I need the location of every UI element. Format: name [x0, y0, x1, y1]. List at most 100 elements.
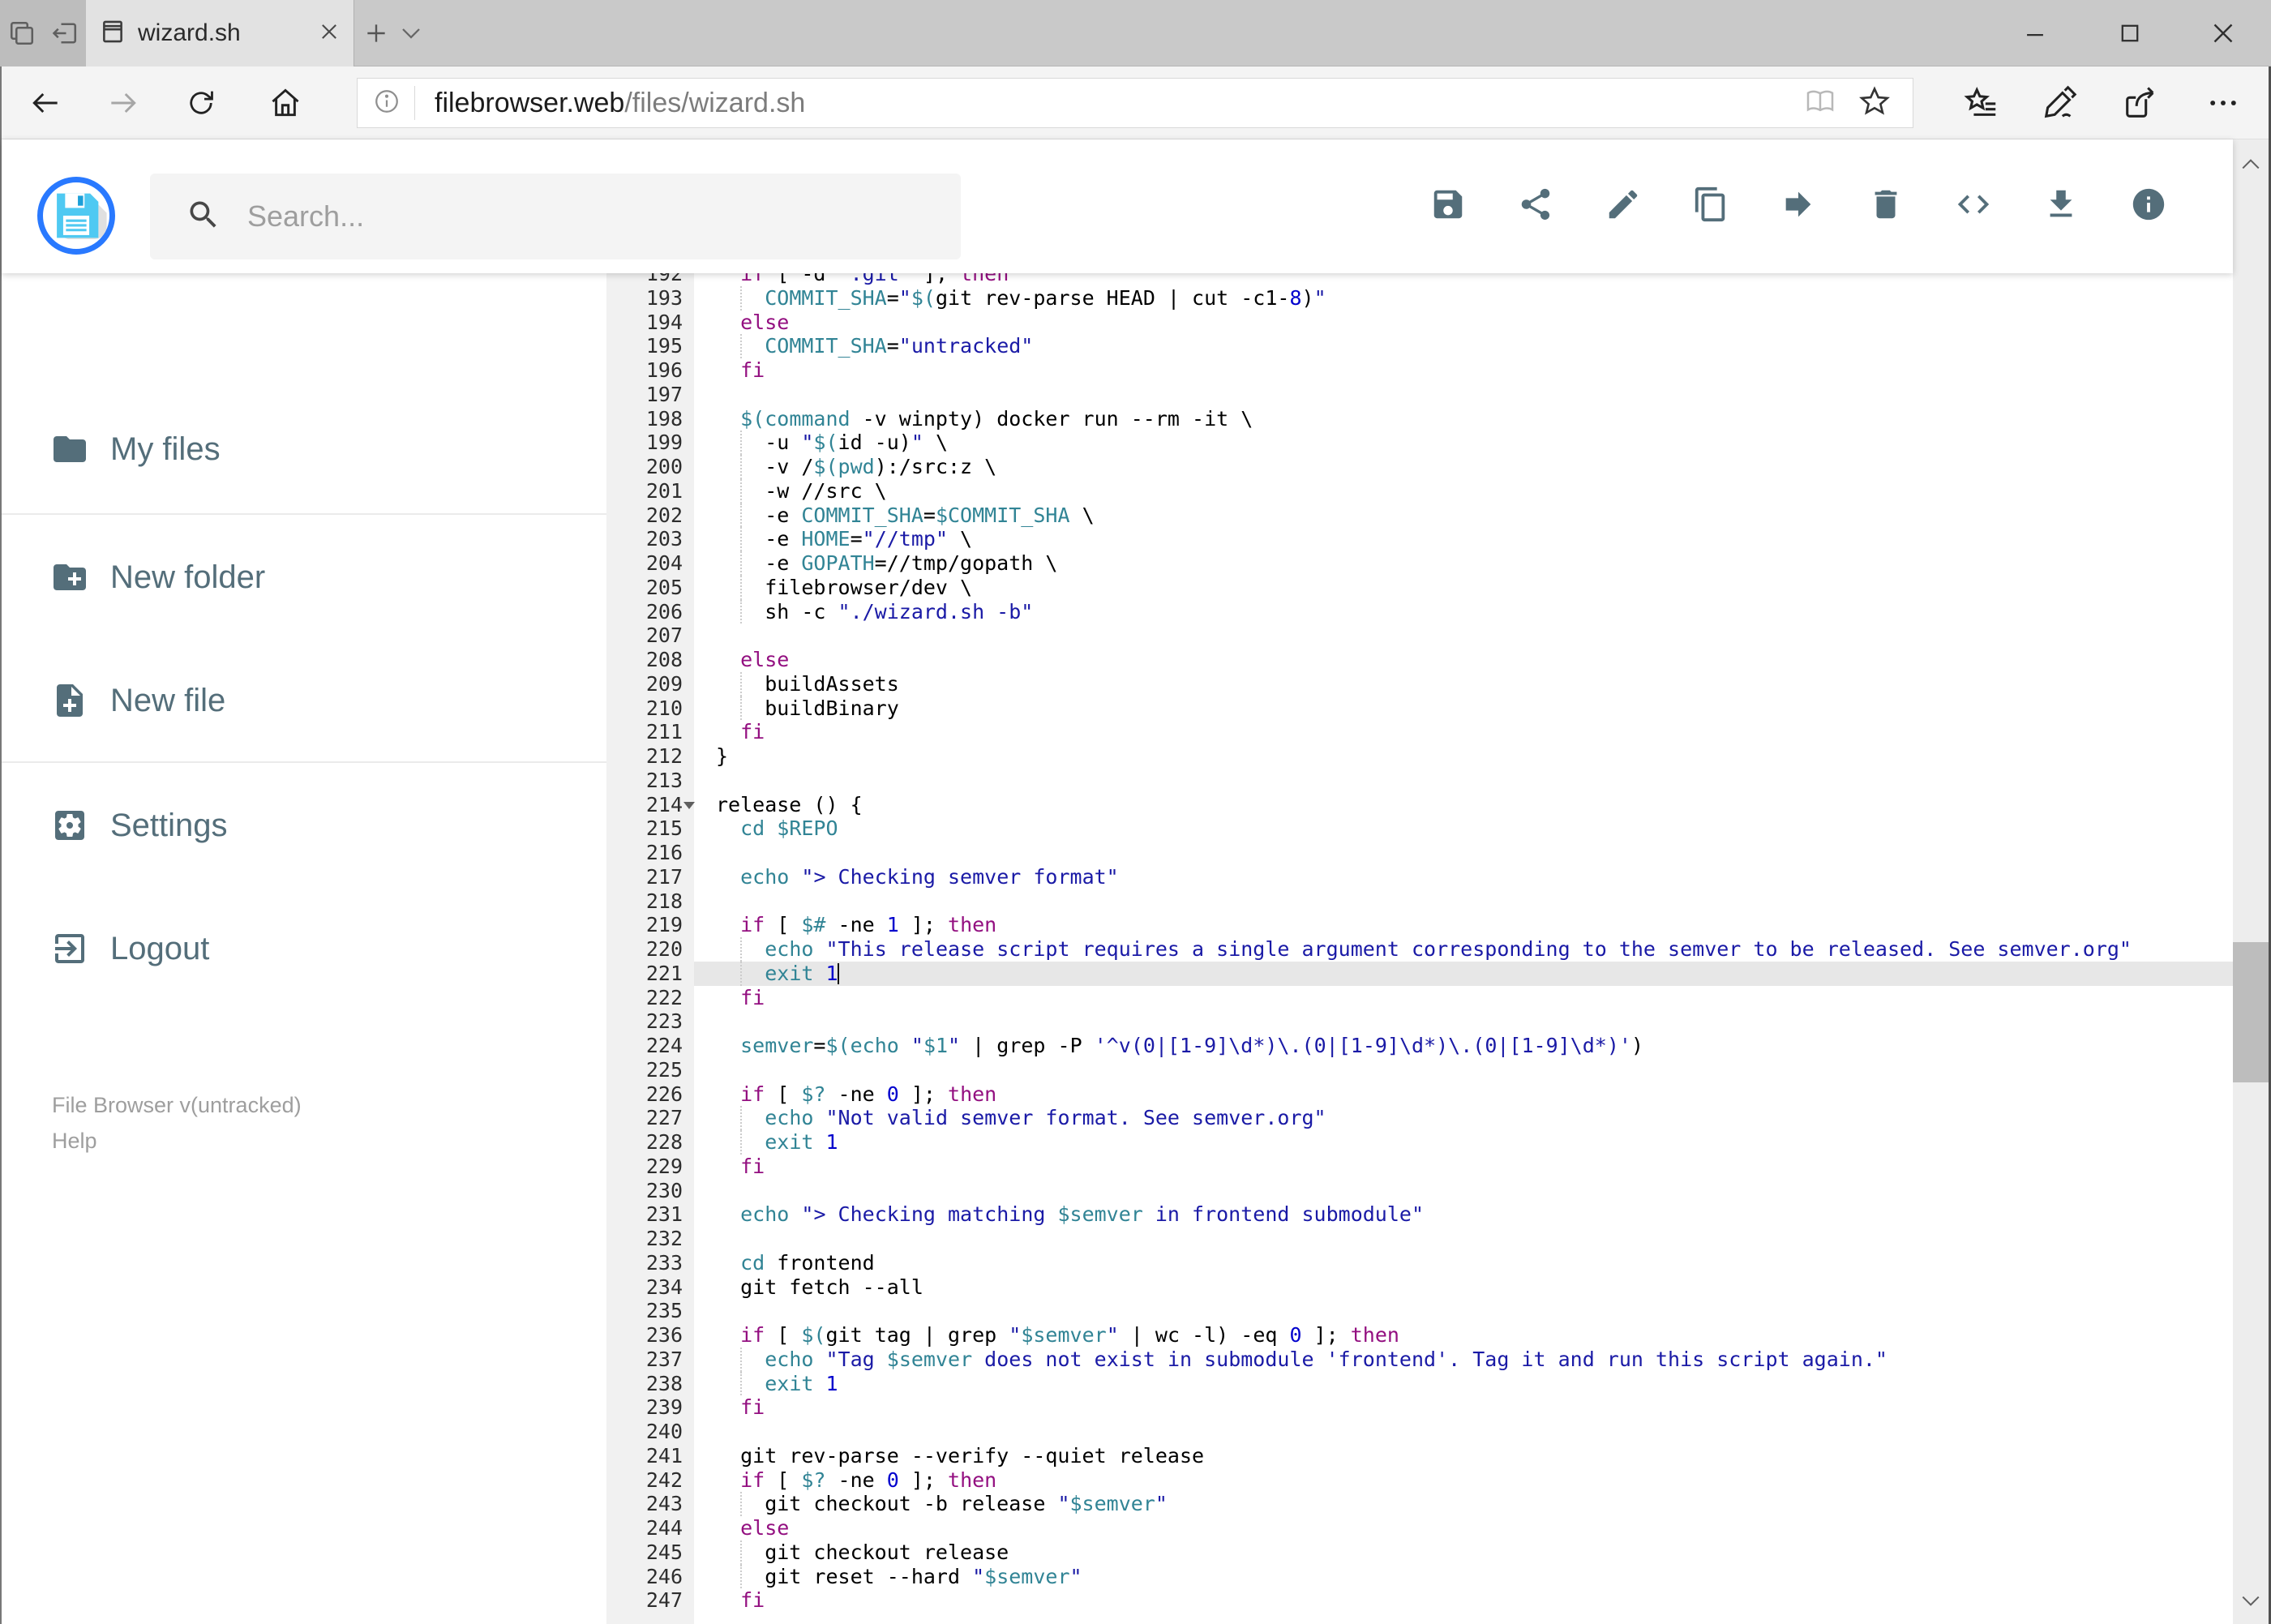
code-line[interactable]: 229 fi — [606, 1154, 2233, 1179]
line-number[interactable]: 205 — [606, 575, 694, 600]
code-text[interactable] — [694, 1227, 2233, 1251]
sidebar-item-my-files[interactable]: My files — [2, 419, 606, 479]
address-bar[interactable]: filebrowser.web/files/wizard.sh — [357, 78, 1913, 128]
info-button[interactable] — [2105, 163, 2192, 251]
more-menu-icon[interactable] — [2204, 84, 2243, 122]
scrollbar-thumb[interactable] — [2233, 942, 2269, 1082]
line-number[interactable]: 192 — [606, 273, 694, 286]
code-text[interactable]: fi — [694, 1588, 2233, 1613]
set-tabs-aside-icon[interactable] — [50, 19, 79, 48]
line-number[interactable]: 215 — [606, 816, 694, 841]
rename-button[interactable] — [1579, 163, 1667, 251]
code-line[interactable]: 237 echo "Tag $semver does not exist in … — [606, 1347, 2233, 1372]
favorites-hub-icon[interactable] — [1962, 84, 2001, 122]
code-text[interactable]: cd $REPO — [694, 816, 2233, 841]
code-line[interactable]: 212} — [606, 744, 2233, 769]
tab-close-icon[interactable] — [318, 20, 341, 47]
code-line[interactable]: 203 -e HOME="//tmp" \ — [606, 527, 2233, 551]
web-notes-pen-icon[interactable] — [2040, 84, 2079, 122]
line-number[interactable]: 246 — [606, 1564, 694, 1589]
line-number[interactable]: 206 — [606, 599, 694, 624]
code-line[interactable]: 224 semver=$(echo "$1" | grep -P '^v(0|[… — [606, 1034, 2233, 1058]
scrollbar-down-icon[interactable] — [2233, 1583, 2269, 1619]
line-number[interactable]: 199 — [606, 431, 694, 455]
line-number[interactable]: 212 — [606, 744, 694, 769]
line-number[interactable]: 208 — [606, 648, 694, 672]
code-line[interactable]: 204 -e GOPATH=//tmp/gopath \ — [606, 551, 2233, 576]
code-text[interactable]: $(command -v winpty) docker run --rm -it… — [694, 407, 2233, 431]
fold-toggle-icon[interactable] — [683, 801, 695, 809]
code-line[interactable]: 219 if [ $# -ne 1 ]; then — [606, 913, 2233, 937]
line-number[interactable]: 219 — [606, 913, 694, 937]
code-text[interactable]: -u "$(id -u)" \ — [694, 431, 2233, 455]
code-text[interactable]: echo "> Checking semver format" — [694, 865, 2233, 889]
code-line[interactable]: 244 else — [606, 1516, 2233, 1540]
code-text[interactable]: else — [694, 648, 2233, 672]
code-text[interactable]: } — [694, 744, 2233, 769]
line-number[interactable]: 240 — [606, 1420, 694, 1444]
code-line[interactable]: 205 filebrowser/dev \ — [606, 575, 2233, 600]
line-number[interactable]: 193 — [606, 285, 694, 311]
line-number[interactable]: 225 — [606, 1057, 694, 1082]
code-text[interactable]: COMMIT_SHA="$(git rev-parse HEAD | cut -… — [694, 285, 2233, 311]
line-number[interactable]: 214 — [606, 792, 694, 817]
line-number[interactable]: 242 — [606, 1468, 694, 1493]
code-text[interactable] — [694, 623, 2233, 648]
code-line[interactable]: 227 echo "Not valid semver format. See s… — [606, 1106, 2233, 1130]
code-text[interactable]: fi — [694, 720, 2233, 744]
code-text[interactable] — [694, 889, 2233, 914]
line-number[interactable]: 197 — [606, 382, 694, 407]
tab-list-chevron-icon[interactable] — [399, 24, 423, 47]
copy-button[interactable] — [1667, 163, 1755, 251]
code-line[interactable]: 225 — [606, 1057, 2233, 1082]
code-text[interactable]: cd frontend — [694, 1251, 2233, 1275]
code-line[interactable]: 196 fi — [606, 358, 2233, 383]
code-text[interactable]: release () { — [694, 793, 2233, 817]
line-number[interactable]: 239 — [606, 1395, 694, 1420]
forward-icon[interactable] — [105, 85, 141, 121]
code-line[interactable]: 210 buildBinary — [606, 696, 2233, 721]
code-line[interactable]: 236 if [ $(git tag | grep "$semver" | wc… — [606, 1323, 2233, 1348]
download-button[interactable] — [2017, 163, 2105, 251]
line-number[interactable]: 209 — [606, 671, 694, 696]
sidebar-item-settings[interactable]: Settings — [2, 795, 606, 855]
code-line[interactable]: 206 sh -c "./wizard.sh -b" — [606, 599, 2233, 624]
line-number[interactable]: 211 — [606, 720, 694, 744]
code-text[interactable]: else — [694, 311, 2233, 335]
help-link[interactable]: Help — [52, 1123, 302, 1159]
line-number[interactable]: 221 — [606, 961, 694, 986]
window-maximize-button[interactable] — [2088, 0, 2172, 66]
switch-editor-button[interactable] — [1930, 163, 2017, 251]
code-text[interactable]: COMMIT_SHA="untracked" — [694, 334, 2233, 358]
line-number[interactable]: 227 — [606, 1106, 694, 1130]
code-text[interactable]: filebrowser/dev \ — [694, 575, 2233, 600]
line-number[interactable]: 241 — [606, 1443, 694, 1468]
code-line[interactable]: 240 — [606, 1420, 2233, 1444]
code-line[interactable]: 194 else — [606, 310, 2233, 335]
code-line[interactable]: 198 $(command -v winpty) docker run --rm… — [606, 406, 2233, 431]
code-text[interactable]: git rev-parse --verify --quiet release — [694, 1444, 2233, 1468]
code-line[interactable]: 222 fi — [606, 985, 2233, 1010]
code-text[interactable]: -e HOME="//tmp" \ — [694, 527, 2233, 551]
code-text[interactable]: git checkout -b release "$semver" — [694, 1492, 2233, 1516]
code-text[interactable]: -e GOPATH=//tmp/gopath \ — [694, 551, 2233, 576]
sidebar-item-new-file[interactable]: New file — [2, 671, 606, 731]
line-number[interactable]: 216 — [606, 841, 694, 865]
page-scrollbar[interactable] — [2233, 139, 2269, 1624]
code-text[interactable]: echo "Tag $semver does not exist in subm… — [694, 1347, 2233, 1372]
code-text[interactable]: echo "Not valid semver format. See semve… — [694, 1106, 2233, 1130]
move-button[interactable] — [1755, 163, 1842, 251]
code-text[interactable]: git checkout release — [694, 1540, 2233, 1565]
code-line[interactable]: 246 git reset --hard "$semver" — [606, 1564, 2233, 1589]
code-line[interactable]: 233 cd frontend — [606, 1250, 2233, 1275]
refresh-icon[interactable] — [183, 85, 219, 121]
share-page-icon[interactable] — [2121, 84, 2160, 122]
code-text[interactable] — [694, 1009, 2233, 1034]
code-text[interactable]: if [ -d ".git" ]; then — [694, 273, 2233, 286]
code-line[interactable]: 235 — [606, 1299, 2233, 1323]
reading-view-icon[interactable] — [1804, 85, 1836, 122]
code-text[interactable]: echo "> Checking matching $semver in fro… — [694, 1202, 2233, 1227]
save-button[interactable] — [1404, 163, 1492, 251]
line-number[interactable]: 203 — [606, 527, 694, 551]
code-text[interactable]: else — [694, 1516, 2233, 1540]
